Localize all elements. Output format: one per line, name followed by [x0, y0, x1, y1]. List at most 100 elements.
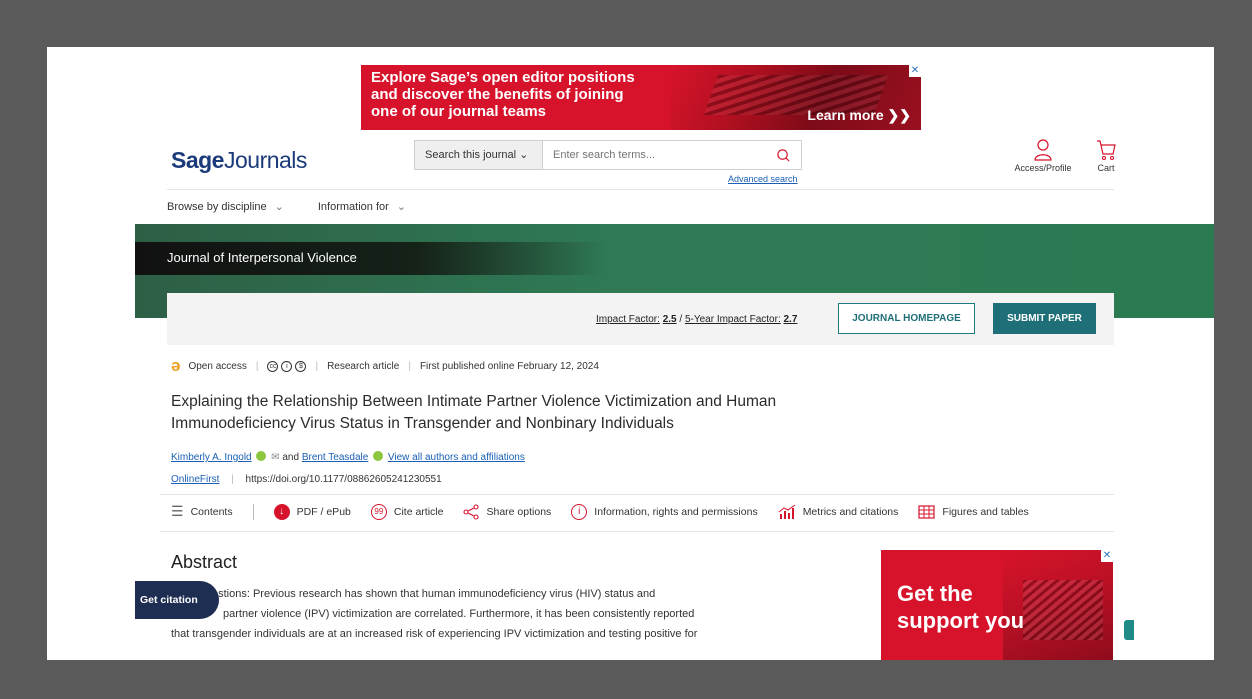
search-input[interactable] [543, 141, 765, 169]
cc-icon: cc [267, 360, 279, 372]
tool-label: Figures and tables [942, 505, 1029, 518]
nav-label: Browse by discipline [167, 201, 267, 213]
cart-icon [1097, 140, 1116, 161]
side-ad[interactable]: Get the support you ✕ [881, 550, 1113, 660]
publication-date: First published online February 12, 2024 [419, 360, 599, 372]
cc-by-icon: i [281, 360, 293, 372]
nav-label: Information for [317, 201, 389, 213]
pdf-epub-button[interactable]: ↓ PDF / ePub [273, 503, 351, 520]
divider [167, 189, 1114, 190]
side-ad-line: support you [897, 608, 1025, 633]
impact-factor-label: Impact Factor: [596, 314, 660, 325]
side-ad-text: Get the support you [897, 580, 1024, 634]
browser-page: Explore Sage’s open editor positions and… [47, 47, 1214, 660]
five-year-impact-value: 2.7 [783, 314, 798, 325]
tool-label: Contents [190, 505, 233, 518]
online-first-link[interactable]: OnlineFirst [171, 474, 219, 485]
information-rights-button[interactable]: i Information, rights and permissions [571, 503, 758, 520]
view-all-authors-link[interactable]: View all authors and affiliations [388, 452, 525, 463]
logo-bold: Sage [171, 147, 224, 173]
info-icon: i [571, 503, 588, 520]
separator: | [408, 360, 411, 372]
open-access-icon: ə [171, 356, 181, 375]
cc-nc-icon: $ [295, 360, 307, 372]
orcid-icon[interactable] [256, 451, 267, 461]
author-list: Kimberly A. Ingold ✉ and Brent Teasdale … [171, 451, 525, 463]
main-nav: Browse by discipline ⌄ Information for ⌄ [167, 200, 406, 213]
author-link[interactable]: Brent Teasdale [302, 452, 369, 463]
orcid-icon[interactable] [373, 451, 384, 461]
article-title-line: Immunodeficiency Virus Status in Transge… [171, 415, 674, 432]
article-type: Research article [327, 360, 400, 372]
search-bar: Search this journal ⌄ [414, 140, 802, 170]
journal-homepage-button[interactable]: JOURNAL HOMEPAGE [838, 303, 975, 334]
chevron-down-icon: ⌄ [396, 201, 407, 213]
abstract-text: estions: Previous research has shown tha… [171, 584, 801, 644]
logo-rest: Journals [223, 147, 307, 173]
article-meta: ə Open access | cc i $ | Research articl… [171, 356, 599, 375]
ad-close-icon[interactable]: ✕ [909, 65, 921, 77]
ad-learn-more-link[interactable]: Learn more ❯❯ [807, 107, 911, 124]
impact-factor[interactable]: Impact Factor: 2.5 / 5-Year Impact Facto… [596, 314, 797, 325]
author-conjunction: and [282, 452, 300, 463]
tool-label: Cite article [393, 505, 444, 518]
abstract-line: that transgender individuals are at an i… [171, 628, 698, 640]
tool-label: Metrics and citations [802, 505, 899, 518]
contents-button[interactable]: ☰ Contents [171, 503, 233, 520]
five-year-impact-label: 5-Year Impact Factor: [684, 314, 781, 325]
tool-label: Share options [486, 505, 552, 518]
impact-factor-value: 2.5 [662, 314, 677, 325]
quote-icon: 99 [370, 503, 387, 520]
divider [160, 494, 1114, 495]
figures-tables-button[interactable]: Figures and tables [918, 504, 1029, 519]
ad-line: Explore Sage’s open editor positions [371, 69, 635, 86]
ad-banner[interactable]: Explore Sage’s open editor positions and… [361, 65, 921, 130]
search-button[interactable] [765, 141, 801, 169]
email-icon[interactable]: ✉ [271, 452, 279, 463]
list-icon: ☰ [171, 503, 184, 519]
doi-text[interactable]: https://doi.org/10.1177/0886260524123055… [246, 474, 442, 485]
separator: | [315, 360, 319, 372]
sage-journals-logo[interactable]: SageJournals [171, 147, 307, 174]
ad-banner-text: Explore Sage’s open editor positions and… [371, 69, 671, 120]
advanced-search-link[interactable]: Advanced search [728, 174, 798, 184]
get-citation-button[interactable]: Get citation [135, 581, 219, 619]
nav-browse-by-discipline[interactable]: Browse by discipline ⌄ [167, 200, 284, 213]
author-link[interactable]: Kimberly A. Ingold [171, 452, 252, 463]
abstract-line: estions: Previous research has shown tha… [212, 588, 656, 600]
divider [252, 503, 254, 520]
chevron-down-icon: ⌄ [274, 201, 284, 213]
abstract-heading: Abstract [171, 552, 238, 572]
table-icon [918, 504, 936, 519]
cart-button[interactable]: Cart [1091, 139, 1121, 173]
tool-label: Information, rights and permissions [594, 505, 758, 518]
submit-paper-button[interactable]: SUBMIT PAPER [993, 303, 1096, 334]
journal-metrics-bar: Impact Factor: 2.5 / 5-Year Impact Facto… [167, 293, 1114, 345]
download-icon: ↓ [273, 503, 290, 520]
access-profile-label: Access/Profile [1014, 163, 1072, 173]
feedback-tab[interactable] [1124, 620, 1134, 640]
nav-information-for[interactable]: Information for ⌄ [318, 200, 406, 213]
divider [160, 531, 1114, 532]
cart-label: Cart [1097, 163, 1115, 173]
article-title-line: Explaining the Relationship Between Inti… [171, 393, 777, 410]
share-options-button[interactable]: Share options [463, 503, 552, 520]
search-scope-dropdown[interactable]: Search this journal ⌄ [415, 141, 543, 169]
search-icon [776, 148, 790, 162]
separator: | [231, 474, 234, 485]
user-icon [1034, 139, 1052, 161]
separator: | [255, 360, 259, 372]
tool-label: PDF / ePub [296, 505, 351, 518]
article-title: Explaining the Relationship Between Inti… [171, 391, 851, 435]
doi-line: OnlineFirst | https://doi.org/10.1177/08… [171, 474, 442, 485]
ad-line: and discover the benefits of joining [371, 86, 624, 103]
journal-title-band: Journal of Interpersonal Violence [135, 242, 605, 275]
chart-icon [778, 504, 795, 519]
cite-article-button[interactable]: 99 Cite article [370, 503, 444, 520]
journal-name[interactable]: Journal of Interpersonal Violence [167, 250, 357, 265]
ad-close-icon[interactable]: ✕ [1101, 550, 1113, 562]
access-profile-button[interactable]: Access/Profile [1012, 139, 1074, 173]
metrics-citations-button[interactable]: Metrics and citations [778, 504, 899, 520]
creative-commons-icons[interactable]: cc i $ [267, 360, 307, 372]
side-ad-line: Get the [897, 581, 973, 606]
